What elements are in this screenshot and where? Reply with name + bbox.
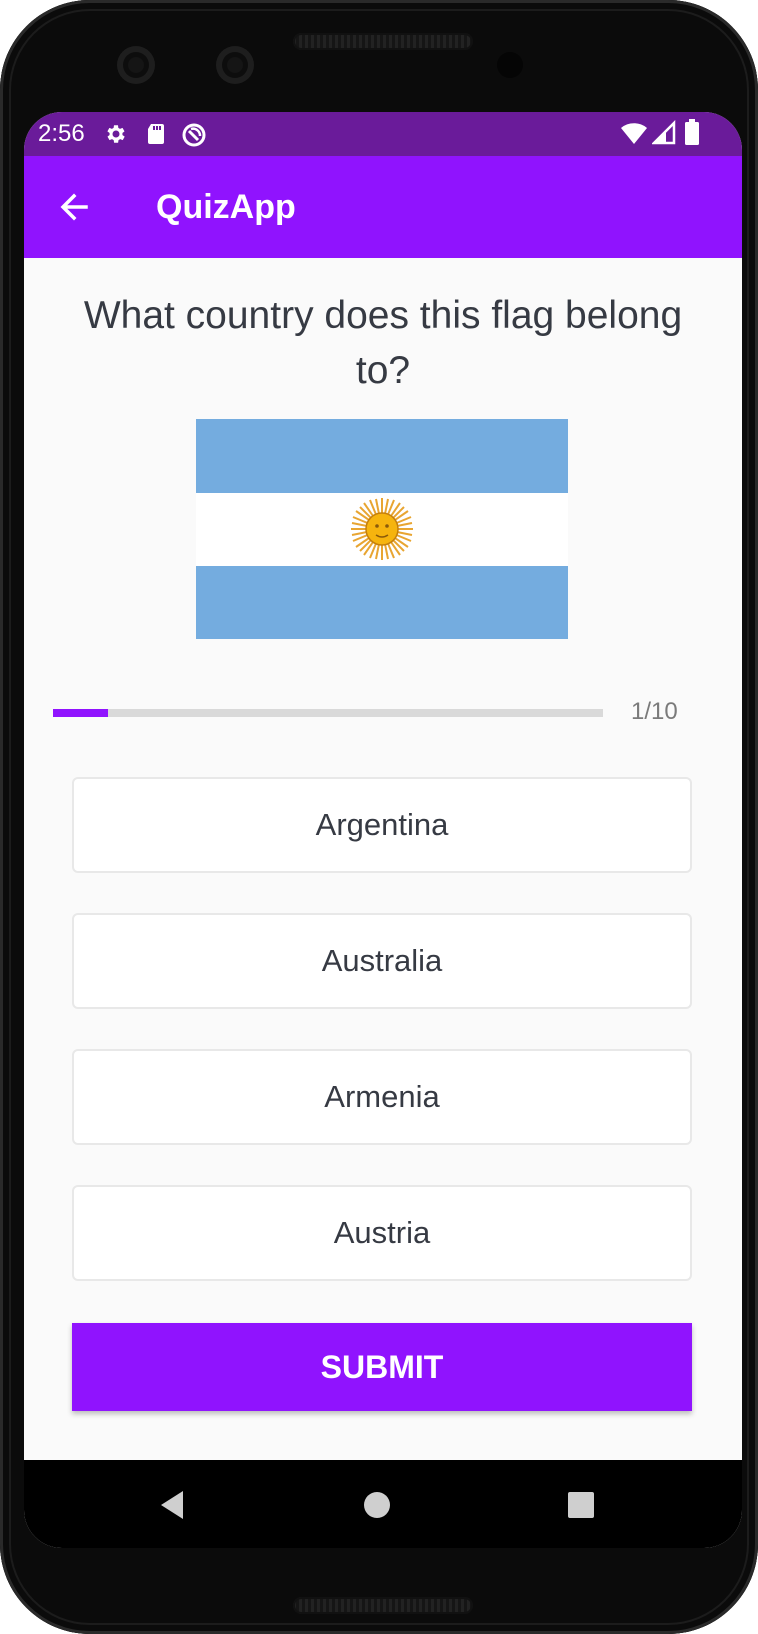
proximity-sensor — [497, 52, 523, 78]
front-camera-icon — [117, 46, 155, 84]
progress-counter: 1/10 — [631, 698, 678, 725]
option-label: Austria — [333, 1215, 431, 1250]
sun-of-may-icon — [351, 498, 413, 560]
argentina-flag-image — [196, 419, 568, 639]
option-argentina[interactable]: Argentina — [72, 777, 692, 873]
gear-icon — [107, 125, 125, 143]
home-circle-icon[interactable] — [354, 1482, 400, 1528]
back-triangle-icon[interactable] — [150, 1482, 196, 1528]
option-label: Argentina — [315, 807, 449, 842]
sync-icon — [182, 123, 206, 147]
submit-label: SUBMIT — [320, 1348, 444, 1385]
status-time: 2:56 — [38, 120, 85, 147]
screen: 2:56 QuizApp What country does this flag… — [24, 112, 742, 1548]
phone-frame: 2:56 QuizApp What country does this flag… — [0, 0, 758, 1634]
option-label: Armenia — [324, 1079, 440, 1114]
sd-card-icon — [148, 124, 164, 144]
signal-icon — [652, 120, 676, 145]
option-armenia[interactable]: Armenia — [72, 1049, 692, 1145]
progress-fill — [53, 709, 108, 717]
battery-icon — [685, 119, 699, 145]
submit-button[interactable]: SUBMIT — [72, 1323, 692, 1411]
app-title: QuizApp — [156, 188, 296, 226]
option-label: Australia — [321, 943, 443, 978]
recents-square-icon[interactable] — [558, 1482, 604, 1528]
front-camera-icon — [216, 46, 254, 84]
navigation-bar — [24, 1460, 742, 1548]
option-austria[interactable]: Austria — [72, 1185, 692, 1281]
bottom-speaker — [293, 1597, 473, 1614]
progress-bar — [53, 709, 603, 717]
option-australia[interactable]: Australia — [72, 913, 692, 1009]
earpiece-speaker — [293, 33, 473, 50]
arrow-left-icon[interactable] — [52, 184, 98, 230]
question-text: What country does this flag belong to? — [83, 294, 683, 392]
app-bar: QuizApp — [24, 156, 742, 258]
wifi-icon — [621, 123, 647, 144]
status-bar: 2:56 — [24, 112, 742, 156]
